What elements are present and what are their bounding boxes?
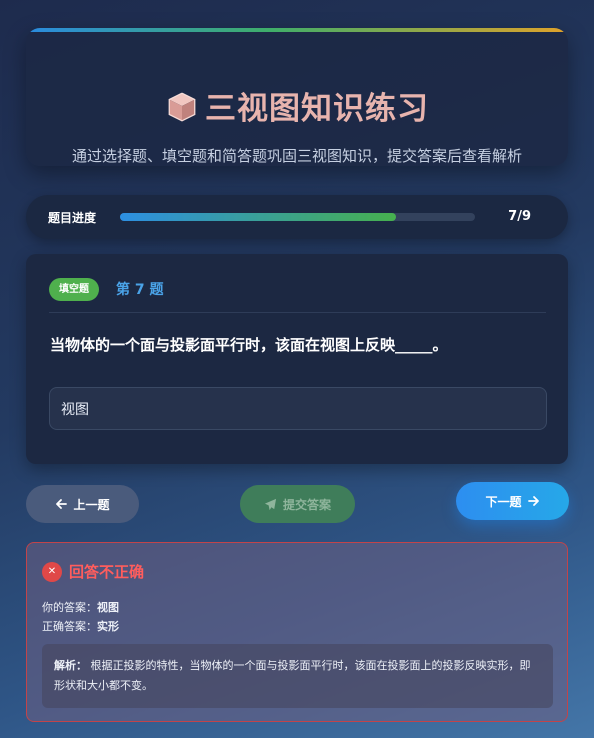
next-button-label: 下一题 — [485, 494, 522, 509]
result-title: 回答不正确 — [69, 563, 145, 581]
correct-answer-line: 正确答案：实形 — [42, 618, 119, 634]
submit-button[interactable]: 提交答案 — [240, 485, 355, 523]
question-type-badge: 填空题 — [49, 278, 99, 301]
page-title-text: 三视图知识练习 — [205, 91, 429, 127]
prev-button-label: 上一题 — [73, 497, 110, 512]
prev-button[interactable]: 上一题 — [26, 485, 139, 523]
answer-input[interactable] — [49, 387, 547, 430]
submit-button-label: 提交答案 — [282, 497, 331, 512]
your-answer-value: 视图 — [97, 601, 119, 614]
explanation-label: 解析： — [54, 659, 87, 672]
question-text: 当物体的一个面与投影面平行时，该面在视图上反映_____。 — [50, 336, 448, 354]
arrow-right-icon — [527, 496, 539, 506]
result-panel: ✕ 回答不正确 你的答案：视图 正确答案：实形 解析： 根据正投影的特性，当物体… — [26, 542, 568, 722]
arrow-left-icon — [56, 499, 68, 509]
question-card: 填空题 第 7 题 当物体的一个面与投影面平行时，该面在视图上反映_____。 — [26, 254, 568, 464]
explanation-text: 根据正投影的特性，当物体的一个面与投影面平行时，该面在投影面上的投影反映实形，即… — [54, 659, 531, 692]
cube-icon — [168, 92, 196, 122]
progress-fill — [120, 213, 397, 221]
header-accent-bar — [26, 28, 568, 32]
progress-track — [120, 213, 475, 221]
x-circle-icon: ✕ — [42, 562, 62, 582]
correct-answer-value: 实形 — [97, 620, 119, 633]
next-button[interactable]: 下一题 — [456, 482, 569, 520]
page-title: 三视图知识练习 — [26, 83, 568, 128]
page-subtitle: 通过选择题、填空题和简答题巩固三视图知识，提交答案后查看解析 — [71, 147, 522, 165]
your-answer-line: 你的答案：视图 — [42, 599, 119, 615]
paper-plane-icon — [264, 498, 277, 510]
your-answer-label: 你的答案： — [42, 601, 97, 614]
header-card: 三视图知识练习 通过选择题、填空题和简答题巩固三视图知识，提交答案后查看解析 — [26, 28, 568, 166]
question-number: 第 7 题 — [116, 282, 164, 298]
progress-count: 7/9 — [508, 209, 531, 224]
divider — [49, 312, 546, 313]
progress-panel: 题目进度 7/9 — [26, 195, 568, 239]
explanation-box: 解析： 根据正投影的特性，当物体的一个面与投影面平行时，该面在投影面上的投影反映… — [42, 644, 553, 708]
progress-label: 题目进度 — [48, 211, 97, 225]
correct-answer-label: 正确答案： — [42, 620, 97, 633]
